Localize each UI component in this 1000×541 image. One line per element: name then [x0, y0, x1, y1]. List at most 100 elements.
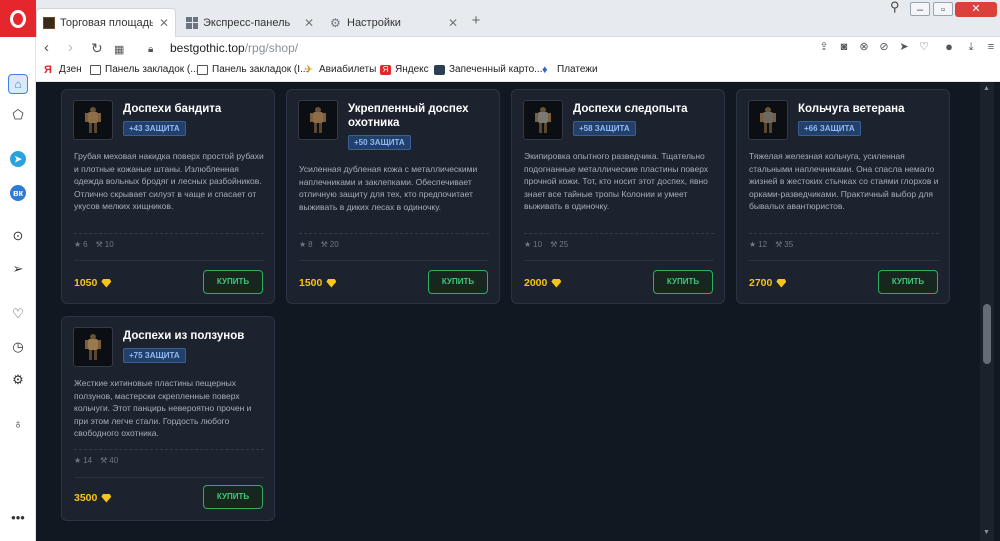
- defense-badge: +75 ЗАЩИТА: [123, 348, 186, 363]
- item-card: Доспехи следопыта +58 ЗАЩИТА Экипировка …: [511, 89, 725, 304]
- item-description: Жесткие хитиновые пластины пещерных полз…: [74, 378, 252, 438]
- item-description: Усиленная дубленая кожа с металлическими…: [299, 164, 478, 212]
- send-icon[interactable]: ➤: [897, 40, 911, 54]
- sidebar-player-icon[interactable]: ⊙: [8, 226, 28, 246]
- payment-icon: ♦: [542, 63, 548, 76]
- bookmark-payments[interactable]: ♦ Платежи: [542, 64, 598, 75]
- bookmark-dzen[interactable]: Я Дзен: [44, 64, 82, 75]
- yandex-icon: Я: [380, 64, 391, 75]
- star-icon: ★: [749, 240, 757, 249]
- url-field[interactable]: bestgothic.top/rpg/shop/: [170, 41, 298, 55]
- new-tab-button[interactable]: +: [468, 13, 484, 29]
- price-value: 3500: [74, 492, 98, 504]
- hammer-icon: ⚒: [95, 240, 103, 249]
- folder-icon: [90, 64, 101, 75]
- gem-icon: [551, 278, 562, 288]
- gem-icon: [101, 278, 112, 288]
- yandex-icon: Я: [44, 63, 52, 76]
- scroll-up-icon[interactable]: ▲: [983, 85, 990, 92]
- bookmark-label: Авиабилеты: [319, 64, 377, 75]
- minimize-button[interactable]: –: [910, 2, 930, 18]
- hammer-icon: ⚒: [320, 240, 328, 249]
- divider: [74, 233, 264, 234]
- forward-icon[interactable]: ›: [68, 39, 73, 57]
- item-card: Кольчуга ветерана +66 ЗАЩИТА Тяжелая жел…: [736, 89, 950, 304]
- back-icon[interactable]: ‹: [44, 39, 49, 57]
- tab-express-panel[interactable]: Экспресс-панель ✕: [180, 8, 320, 37]
- opera-menu-button[interactable]: [0, 0, 36, 37]
- reload-icon[interactable]: ↻: [91, 39, 103, 57]
- gem-icon: [326, 278, 337, 288]
- divider: [299, 233, 489, 234]
- item-card: Доспехи бандита +43 ЗАЩИТА Грубая мехова…: [61, 89, 275, 304]
- sidebar-vk-icon[interactable]: вк: [8, 183, 28, 203]
- divider: [749, 233, 939, 234]
- buy-button[interactable]: КУПИТЬ: [878, 270, 938, 294]
- sidebar-more-icon[interactable]: •••: [8, 507, 28, 527]
- price-value: 1500: [299, 277, 323, 289]
- star-icon: ★: [524, 240, 532, 249]
- buy-button[interactable]: КУПИТЬ: [428, 270, 488, 294]
- gem-icon: [101, 493, 112, 503]
- folder-icon: [197, 64, 208, 75]
- sidebar-tips-icon[interactable]: ♁: [8, 413, 28, 433]
- divider: [74, 477, 264, 478]
- address-bar: ‹ › ↻ ▦ 🔒︎ bestgothic.top/rpg/shop/ ⇪ ◙ …: [36, 37, 1000, 59]
- divider: [299, 260, 489, 261]
- close-tab-icon[interactable]: ✕: [159, 16, 169, 30]
- buy-button[interactable]: КУПИТЬ: [203, 270, 263, 294]
- tabs-grid-icon[interactable]: ▦: [114, 41, 124, 59]
- buy-button[interactable]: КУПИТЬ: [653, 270, 713, 294]
- scroll-down-icon[interactable]: ▼: [983, 529, 990, 536]
- item-card: Доспехи из ползунов +75 ЗАЩИТА Жесткие х…: [61, 316, 275, 521]
- heart-icon[interactable]: ♡: [917, 40, 931, 54]
- bookmark-label: Панель закладок (...: [105, 64, 199, 75]
- vpn-icon[interactable]: ⊘: [877, 40, 891, 54]
- download-icon[interactable]: ⤓: [964, 40, 978, 54]
- item-title: Доспехи бандита: [123, 103, 222, 115]
- sidebar-bookmarks-icon[interactable]: ⬠: [8, 105, 28, 125]
- camera-icon[interactable]: ◙: [837, 40, 851, 54]
- item-title: Доспехи следопыта: [573, 103, 688, 115]
- bookmark-folder-1[interactable]: Панель закладок (...: [90, 64, 199, 75]
- sidebar-send-icon[interactable]: ➢: [8, 259, 28, 279]
- item-stats: ★ 14 ⚒ 40: [74, 456, 120, 465]
- bookmarks-bar: Я Дзен Панель закладок (... Панель заклад…: [36, 59, 1000, 82]
- adblock-icon[interactable]: ⊗: [857, 40, 871, 54]
- tab-shop[interactable]: Торговая площадь - Best G ✕: [36, 8, 176, 37]
- share-icon[interactable]: ⇪: [817, 40, 831, 54]
- price-value: 1050: [74, 277, 98, 289]
- stat-level: 10: [533, 240, 543, 249]
- menu-icon[interactable]: ≡: [984, 40, 998, 54]
- page-scrollbar[interactable]: ▲ ▼: [980, 82, 994, 541]
- close-window-button[interactable]: ✕: [955, 2, 997, 18]
- lock-icon: 🔒︎: [148, 44, 154, 55]
- sidebar-telegram-icon[interactable]: ➤: [8, 149, 28, 169]
- item-description: Тяжелая железная кольчуга, усиленная ста…: [749, 151, 939, 211]
- bookmark-flights[interactable]: ✈ Авиабилеты: [304, 64, 376, 75]
- sidebar-history-icon[interactable]: ◷: [8, 337, 28, 357]
- close-tab-icon[interactable]: ✕: [304, 16, 314, 30]
- sidebar-settings-icon[interactable]: ⚙: [8, 370, 28, 390]
- bookmark-yandex[interactable]: Я Яндекс: [380, 64, 429, 75]
- bookmark-folder-2[interactable]: Панель закладок (I...: [197, 64, 308, 75]
- tab-title: Экспресс-панель: [203, 16, 291, 29]
- armor-image: [73, 327, 113, 367]
- hammer-icon: ⚒: [100, 456, 108, 465]
- sidebar: ⌂ ⬠ ➤ вк ⊙ ➢ ♡ ◷ ⚙ ♁ •••: [0, 37, 36, 541]
- profile-icon[interactable]: ●: [942, 40, 956, 54]
- sidebar-heart-icon[interactable]: ♡: [8, 304, 28, 324]
- plane-icon: ✈: [304, 63, 314, 76]
- grid-icon: [186, 16, 198, 29]
- scrollbar-thumb[interactable]: [983, 304, 991, 364]
- item-price: 1050: [74, 277, 112, 289]
- search-icon[interactable]: ⚲: [890, 0, 900, 16]
- maximize-button[interactable]: ▫: [933, 2, 953, 18]
- tab-settings[interactable]: ⚙ Настройки ✕: [324, 8, 464, 37]
- item-price: 3500: [74, 492, 112, 504]
- bookmark-recipe[interactable]: Запеченный карто...: [434, 64, 542, 75]
- sidebar-home-icon[interactable]: ⌂: [8, 74, 28, 94]
- close-tab-icon[interactable]: ✕: [448, 16, 458, 30]
- price-value: 2700: [749, 277, 773, 289]
- buy-button[interactable]: КУПИТЬ: [203, 485, 263, 509]
